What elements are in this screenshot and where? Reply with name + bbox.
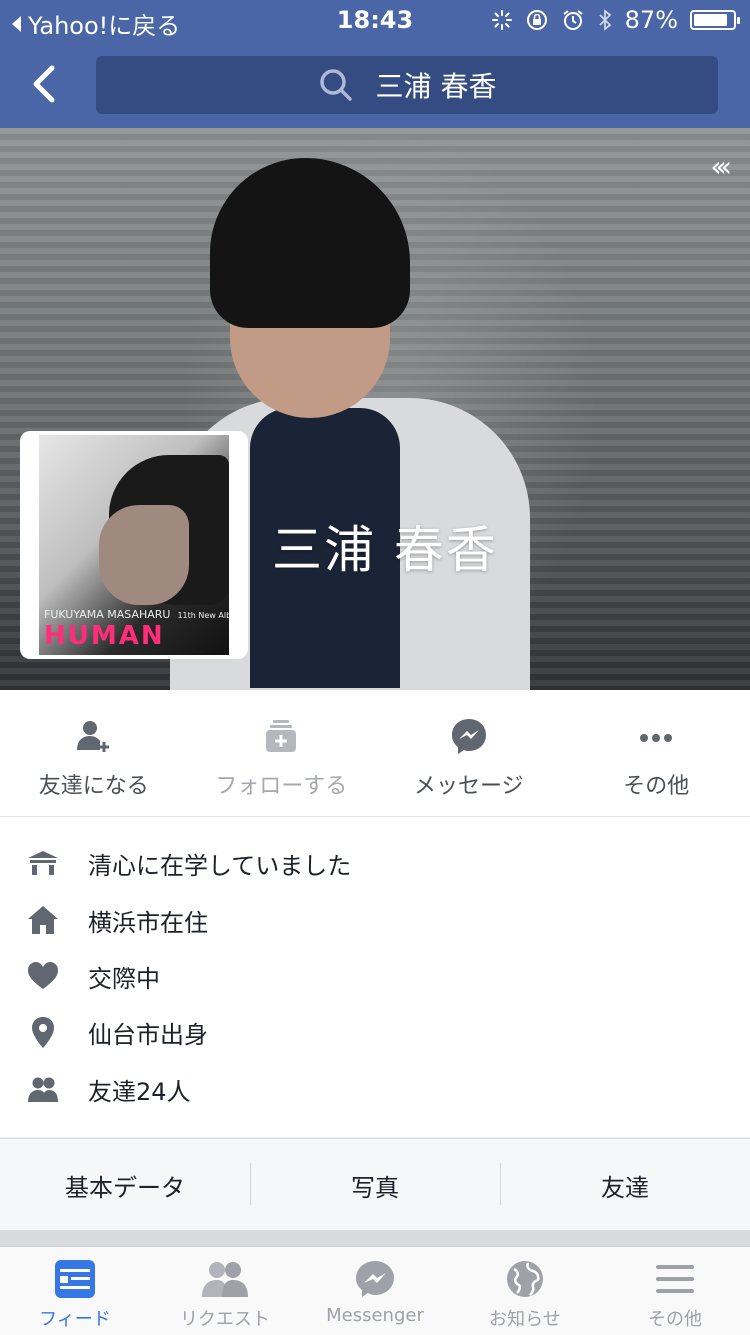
bottom-tab-messenger[interactable]: Messenger [300, 1247, 450, 1335]
heart-icon [26, 959, 60, 993]
action-label: その他 [623, 768, 689, 800]
info-text: 仙台市出身 [88, 1015, 208, 1050]
info-text: 清心に在学していました [88, 846, 351, 881]
info-row-hometown[interactable]: 仙台市出身 [0, 1004, 750, 1060]
nav-bar: 三浦 春香 [0, 40, 750, 128]
battery-fill [694, 14, 727, 26]
section-divider [0, 1230, 750, 1246]
profile-actions: 友達になる フォローする メッセージ その他 [0, 690, 750, 817]
hair-shape [210, 158, 410, 328]
album-artist-text: FUKUYAMA MASAHARU 11th New Album [44, 608, 229, 621]
bottom-tab-bar: フィード リクエスト Messenger お知らせ その他 [0, 1246, 750, 1335]
bottom-tab-label: フィード [39, 1305, 111, 1331]
battery-icon [690, 10, 736, 30]
messenger-icon [354, 1259, 396, 1299]
profile-tabs: 基本データ 写真 友達 [0, 1138, 750, 1231]
profile-name: 三浦 春香 [272, 510, 498, 582]
more-icon [636, 716, 676, 756]
info-row-residence[interactable]: 横浜市在住 [0, 892, 750, 948]
alarm-icon [561, 8, 585, 32]
back-chevron-icon[interactable] [22, 60, 70, 108]
album-cover-image: FUKUYAMA MASAHARU 11th New Album HUMAN [39, 435, 229, 655]
info-row-friends[interactable]: 友達24人 [0, 1061, 750, 1117]
status-bar: Yahoo!に戻る 18:43 87% [0, 0, 750, 40]
more-button[interactable]: その他 [563, 690, 750, 816]
action-label: メッセージ [414, 768, 524, 800]
bottom-tab-requests[interactable]: リクエスト [150, 1247, 300, 1335]
collapse-chevrons-icon[interactable]: ‹‹‹ [710, 150, 726, 183]
info-text: 友達24人 [88, 1072, 191, 1107]
follow-button[interactable]: フォローする [188, 690, 376, 816]
bottom-tab-label: Messenger [326, 1305, 424, 1326]
feed-icon [54, 1259, 96, 1299]
bottom-tab-feed[interactable]: フィード [0, 1247, 150, 1335]
globe-icon [504, 1259, 546, 1299]
menu-icon [654, 1259, 696, 1299]
add-friend-button[interactable]: 友達になる [0, 690, 188, 816]
info-text: 横浜市在住 [88, 903, 208, 938]
bottom-tab-label: リクエスト [180, 1305, 270, 1331]
bluetooth-icon [597, 8, 613, 32]
friend-requests-icon [200, 1259, 250, 1299]
tab-photos[interactable]: 写真 [250, 1139, 500, 1231]
tab-about[interactable]: 基本データ [0, 1139, 250, 1231]
add-friend-icon [74, 716, 114, 756]
location-pin-icon [26, 1015, 60, 1049]
battery-percent: 87% [625, 6, 678, 34]
search-text: 三浦 春香 [376, 65, 497, 105]
info-row-relationship[interactable]: 交際中 [0, 948, 750, 1004]
home-icon [26, 903, 60, 937]
message-button[interactable]: メッセージ [375, 690, 563, 816]
album-title-text: HUMAN [44, 621, 165, 651]
search-icon [318, 67, 354, 103]
search-field[interactable]: 三浦 春香 [96, 56, 718, 114]
action-label: 友達になる [39, 768, 149, 800]
bottom-tab-more[interactable]: その他 [600, 1247, 750, 1335]
album-face-shape [99, 505, 189, 605]
education-icon [26, 846, 60, 880]
intro-section: 清心に在学していました 横浜市在住 交際中 仙台市出身 友達24人 [0, 817, 750, 1137]
loading-spinner-icon [491, 9, 513, 31]
bottom-tab-label: その他 [648, 1305, 702, 1331]
info-row-education[interactable]: 清心に在学していました [0, 835, 750, 891]
rotation-lock-icon [525, 8, 549, 32]
bottom-tab-notifications[interactable]: お知らせ [450, 1247, 600, 1335]
friends-icon [26, 1072, 60, 1106]
info-text: 交際中 [88, 959, 160, 994]
bottom-tab-label: お知らせ [489, 1305, 561, 1331]
messenger-icon [449, 716, 489, 756]
action-label: フォローする [215, 768, 347, 800]
profile-picture[interactable]: FUKUYAMA MASAHARU 11th New Album HUMAN [20, 431, 248, 659]
follow-icon [261, 716, 301, 756]
tab-friends[interactable]: 友達 [500, 1139, 750, 1231]
